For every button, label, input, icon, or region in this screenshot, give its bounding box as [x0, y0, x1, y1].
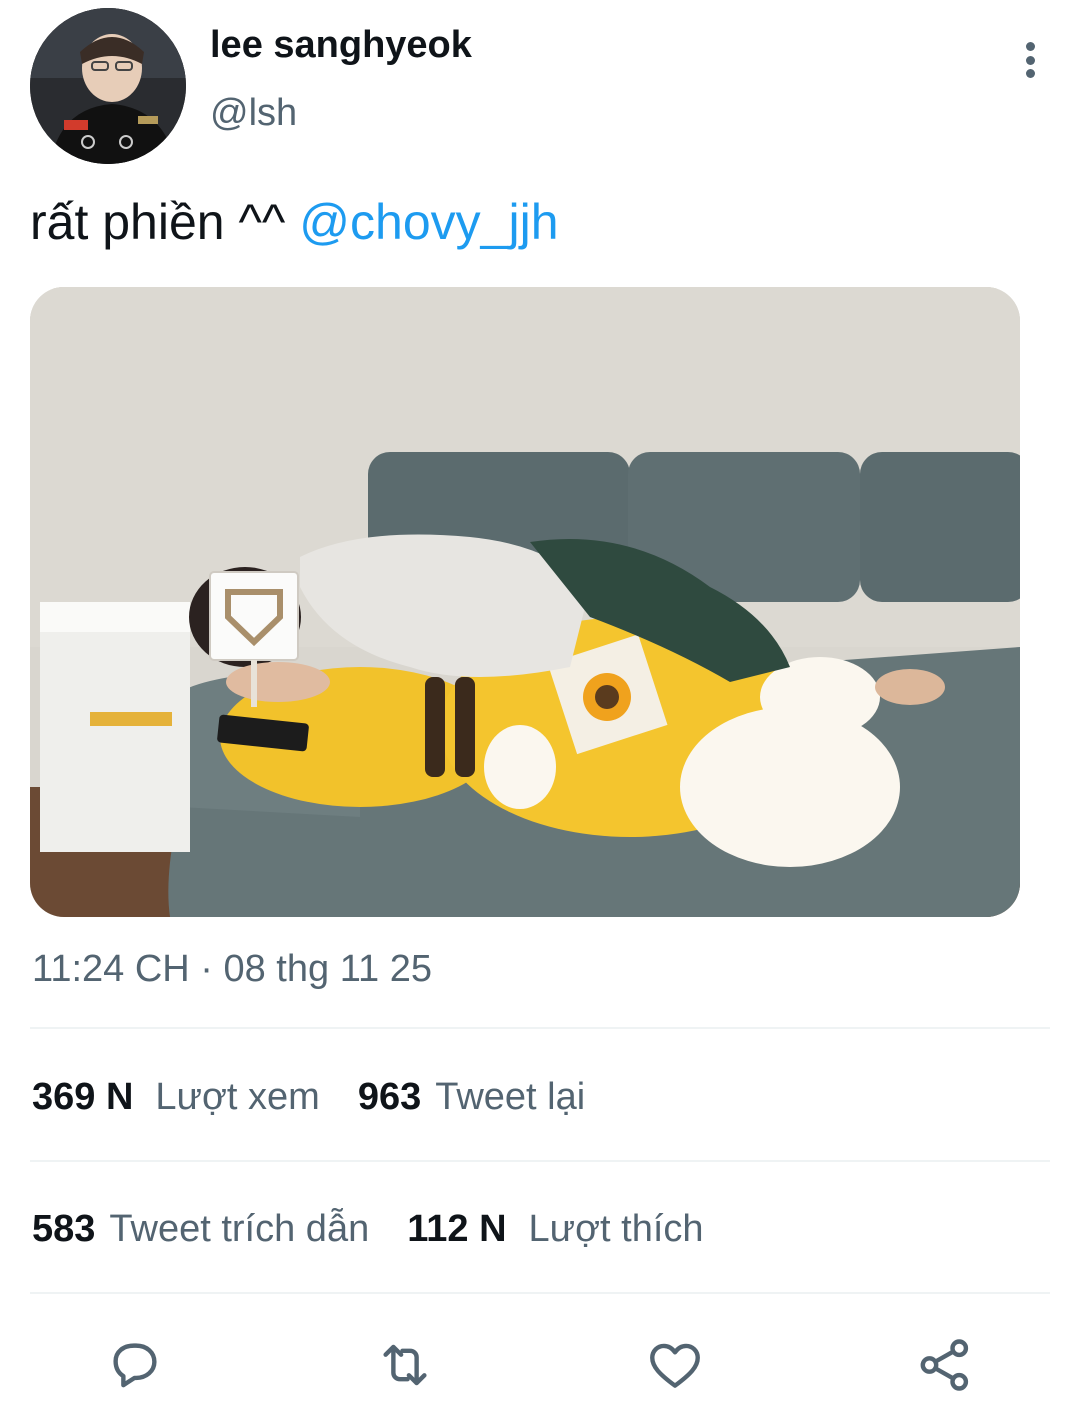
tweet-timestamp[interactable]: 11:24 CH · 08 thg 11 25	[32, 948, 432, 991]
author-display-name[interactable]: lee sanghyeok	[210, 24, 472, 67]
more-dot	[1025, 69, 1035, 78]
tweet-header: lee sanghyeok @lsh	[30, 8, 1050, 168]
tweet-text: rất phiền ^^ @chovy_jjh	[30, 192, 559, 252]
divider	[30, 1160, 1050, 1162]
like-button[interactable]	[640, 1330, 710, 1400]
like-icon	[650, 1343, 700, 1388]
author-avatar[interactable]	[30, 8, 186, 164]
retweets-label: Tweet lại	[435, 1076, 586, 1118]
likes-stat[interactable]: 112 N Lượt thích	[407, 1208, 703, 1251]
more-dot	[1025, 55, 1035, 65]
more-dot	[1025, 42, 1035, 51]
photo-image	[30, 287, 1020, 917]
more-options-icon[interactable]	[1010, 38, 1050, 82]
tweet-photo[interactable]	[30, 287, 1020, 917]
views-count: 369 N	[32, 1076, 134, 1118]
retweet-icon	[383, 1344, 427, 1386]
divider	[30, 1027, 1050, 1029]
quotes-label: Tweet trích dẫn	[109, 1208, 370, 1250]
retweets-count: 963	[357, 1076, 422, 1118]
action-bar	[30, 1322, 1050, 1402]
stats-row-2: 583 Tweet trích dẫn 112 N Lượt thích	[32, 1208, 742, 1251]
reply-icon	[113, 1343, 157, 1388]
likes-label: Lượt thích	[528, 1208, 704, 1250]
views-stat[interactable]: 369 N Lượt xem	[32, 1076, 320, 1119]
share-icon	[920, 1339, 969, 1391]
author-handle[interactable]: @lsh	[210, 92, 297, 135]
avatar-image	[30, 8, 186, 164]
retweets-stat[interactable]: 963 Tweet lại	[358, 1076, 585, 1119]
tweet-body: rất phiền ^^	[30, 194, 300, 250]
share-button[interactable]	[910, 1330, 980, 1400]
stats-row-1: 369 N Lượt xem 963 Tweet lại	[32, 1076, 623, 1119]
views-label: Lượt xem	[155, 1076, 320, 1118]
quotes-stat[interactable]: 583 Tweet trích dẫn	[32, 1208, 369, 1251]
mention-link[interactable]: @chovy_jjh	[299, 194, 558, 250]
quotes-count: 583	[32, 1208, 96, 1250]
divider	[30, 1292, 1050, 1294]
reply-button[interactable]	[100, 1330, 170, 1400]
likes-count: 112 N	[407, 1208, 507, 1250]
retweet-button[interactable]	[370, 1330, 440, 1400]
